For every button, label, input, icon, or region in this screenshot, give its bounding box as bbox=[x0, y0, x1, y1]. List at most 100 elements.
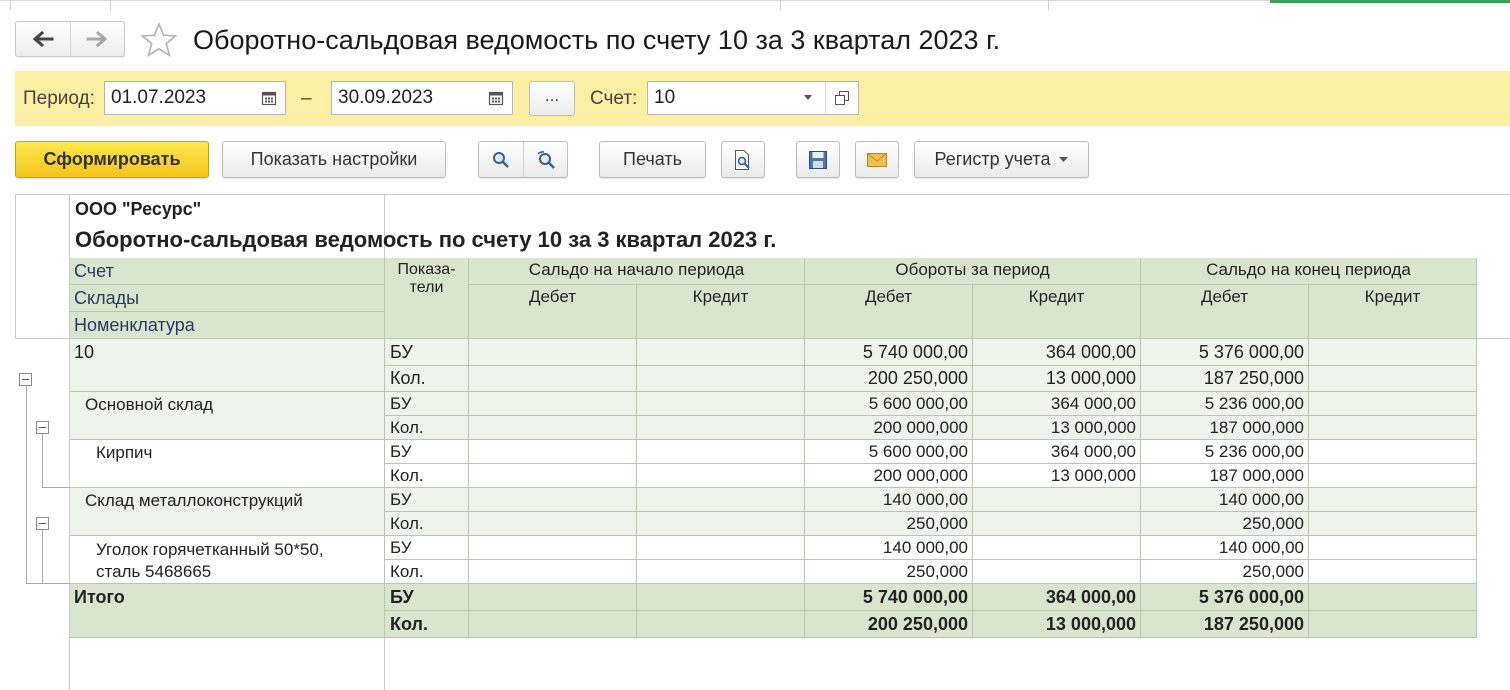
opening-credit-cell bbox=[637, 560, 805, 584]
date-from-field[interactable]: 01.07.2023 bbox=[104, 81, 286, 115]
header-opening-balance: Сальдо на начало периода bbox=[469, 258, 805, 285]
date-to-field[interactable]: 30.09.2023 bbox=[331, 81, 513, 115]
opening-debit-cell bbox=[469, 339, 637, 366]
floppy-disk-icon bbox=[809, 150, 827, 169]
turnover-debit-cell: 140 000,00 bbox=[805, 488, 973, 512]
closing-credit-cell bbox=[1309, 392, 1477, 416]
grouping-header: Счет Склады Номенклатура bbox=[70, 258, 385, 339]
opening-debit-cell bbox=[469, 611, 637, 638]
closing-debit-cell: 5 376 000,00 bbox=[1141, 339, 1309, 366]
closing-debit-cell: 187 250,000 bbox=[1141, 366, 1309, 392]
turnover-debit-cell: 5 740 000,00 bbox=[805, 584, 973, 611]
forward-button[interactable] bbox=[69, 22, 125, 56]
opening-credit-cell bbox=[637, 584, 805, 611]
print-preview-button[interactable] bbox=[721, 141, 765, 178]
search-button[interactable] bbox=[479, 142, 523, 177]
tree-line bbox=[26, 386, 27, 584]
search-reset-button[interactable] bbox=[523, 142, 567, 177]
closing-credit-cell bbox=[1309, 464, 1477, 488]
turnover-credit-cell: 13 000,000 bbox=[973, 464, 1141, 488]
closing-credit-cell bbox=[1309, 488, 1477, 512]
top-border bbox=[0, 0, 1270, 1]
header-closing-debit: Дебет bbox=[1141, 285, 1309, 339]
report-border bbox=[384, 638, 385, 690]
header-divider bbox=[70, 311, 384, 312]
row-indicator: Кол. bbox=[385, 464, 469, 488]
send-email-button[interactable] bbox=[855, 141, 899, 178]
closing-debit-cell: 187 000,000 bbox=[1141, 416, 1309, 440]
collapse-metal-warehouse-toggle[interactable] bbox=[36, 517, 49, 530]
turnover-credit-cell: 13 000,000 bbox=[973, 416, 1141, 440]
closing-credit-cell bbox=[1309, 536, 1477, 560]
print-preview-icon bbox=[735, 149, 750, 170]
print-button[interactable]: Печать bbox=[599, 141, 706, 178]
calendar-icon bbox=[488, 91, 504, 106]
turnover-debit-cell: 250,000 bbox=[805, 560, 973, 584]
turnover-credit-cell: 364 000,00 bbox=[973, 440, 1141, 464]
closing-credit-cell bbox=[1309, 611, 1477, 638]
closing-debit-cell: 250,000 bbox=[1141, 560, 1309, 584]
star-icon[interactable] bbox=[140, 22, 178, 58]
opening-debit-cell bbox=[469, 366, 637, 392]
closing-debit-cell: 250,000 bbox=[1141, 512, 1309, 536]
date-to-value: 30.09.2023 bbox=[338, 87, 434, 108]
account-field[interactable]: 10 bbox=[647, 81, 859, 115]
collapse-group-10-toggle[interactable] bbox=[19, 373, 32, 386]
row-indicator: Кол. bbox=[385, 512, 469, 536]
generate-button[interactable]: Сформировать bbox=[15, 141, 209, 178]
chevron-down-icon bbox=[1059, 157, 1069, 162]
accounting-register-button[interactable]: Регистр учета bbox=[914, 141, 1089, 178]
date-from-calendar-button[interactable] bbox=[253, 82, 285, 114]
collapse-main-warehouse-toggle[interactable] bbox=[36, 421, 49, 434]
turnover-debit-cell: 200 250,000 bbox=[805, 366, 973, 392]
show-settings-button[interactable]: Показать настройки bbox=[222, 141, 446, 178]
turnover-debit-cell: 5 600 000,00 bbox=[805, 440, 973, 464]
row-indicator: БУ bbox=[385, 392, 469, 416]
row-indicator: БУ bbox=[385, 584, 469, 611]
opening-credit-cell bbox=[637, 611, 805, 638]
opening-debit-cell bbox=[469, 584, 637, 611]
tab-divider bbox=[110, 0, 111, 10]
account-label: Счет: bbox=[590, 88, 638, 109]
open-window-icon bbox=[835, 91, 849, 105]
row-indicator: Кол. bbox=[385, 416, 469, 440]
opening-debit-cell bbox=[469, 488, 637, 512]
closing-debit-cell: 5 236 000,00 bbox=[1141, 392, 1309, 416]
closing-credit-cell bbox=[1309, 366, 1477, 392]
opening-debit-cell bbox=[469, 536, 637, 560]
turnover-credit-cell: 364 000,00 bbox=[973, 392, 1141, 416]
closing-debit-cell: 5 376 000,00 bbox=[1141, 584, 1309, 611]
opening-credit-cell bbox=[637, 416, 805, 440]
account-open-button[interactable] bbox=[826, 82, 858, 114]
row-name: Склад металлоконструкций bbox=[70, 488, 385, 536]
closing-debit-cell: 140 000,00 bbox=[1141, 488, 1309, 512]
save-button[interactable] bbox=[796, 141, 840, 178]
date-from-value: 01.07.2023 bbox=[111, 87, 207, 108]
closing-debit-cell: 187 000,000 bbox=[1141, 464, 1309, 488]
turnover-credit-cell: 13 000,000 bbox=[973, 611, 1141, 638]
row-name: 10 bbox=[70, 339, 385, 392]
report-border bbox=[15, 194, 16, 339]
account-dropdown-button[interactable] bbox=[794, 82, 822, 114]
date-to-calendar-button[interactable] bbox=[480, 82, 512, 114]
opening-debit-cell bbox=[469, 512, 637, 536]
turnover-debit-cell: 200 000,000 bbox=[805, 464, 973, 488]
opening-credit-cell bbox=[637, 440, 805, 464]
header-turnover-credit: Кредит bbox=[973, 285, 1141, 339]
period-label: Период: bbox=[23, 88, 95, 109]
row-name: Итого bbox=[70, 584, 385, 638]
row-indicator: БУ bbox=[385, 536, 469, 560]
calendar-icon bbox=[261, 91, 277, 106]
row-indicator: БУ bbox=[385, 488, 469, 512]
turnover-credit-cell: 13 000,000 bbox=[973, 366, 1141, 392]
opening-credit-cell bbox=[637, 366, 805, 392]
select-period-button[interactable]: ... bbox=[529, 81, 575, 116]
row-indicator: Кол. bbox=[385, 611, 469, 638]
closing-credit-cell bbox=[1309, 560, 1477, 584]
back-button[interactable] bbox=[16, 22, 70, 56]
header-account: Счет bbox=[74, 261, 114, 281]
turnover-credit-cell: 364 000,00 bbox=[973, 339, 1141, 366]
closing-credit-cell bbox=[1309, 440, 1477, 464]
row-name: Кирпич bbox=[70, 440, 385, 488]
closing-credit-cell bbox=[1309, 416, 1477, 440]
